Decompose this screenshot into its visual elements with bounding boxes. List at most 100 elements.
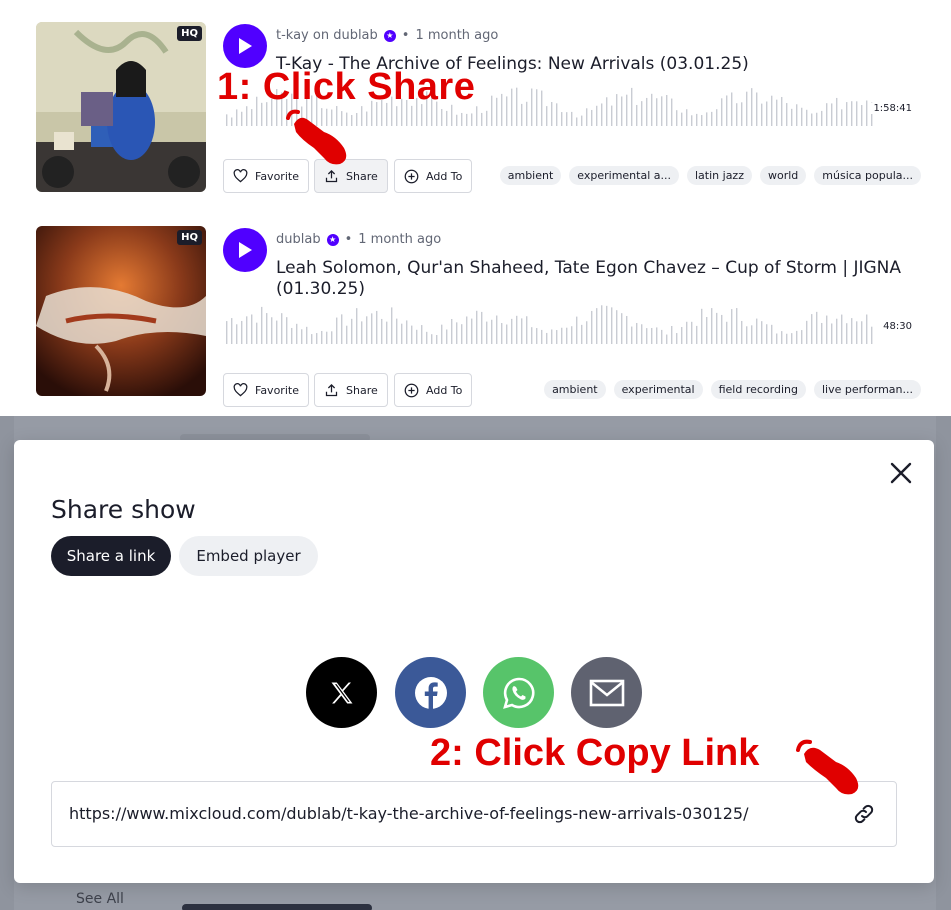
add-to-button[interactable]: Add To: [394, 159, 473, 193]
waveform-bar: [771, 95, 773, 126]
waveform-bar: [286, 317, 288, 344]
upload-age: 1 month ago: [358, 232, 442, 247]
share-button[interactable]: Share: [314, 373, 388, 407]
waveform-bar: [616, 94, 618, 126]
tag-chip[interactable]: live performan...: [813, 380, 921, 399]
waveform-bar: [261, 306, 263, 344]
tag-list: ambient experimental a... latin jazz wor…: [499, 166, 921, 185]
share-label: Share: [346, 383, 378, 397]
show-card: HQ t-kay on dublab ★ • 1 month ago T-Kay…: [0, 0, 951, 200]
hq-badge: HQ: [177, 230, 202, 245]
whatsapp-icon: [502, 677, 534, 709]
waveform-bar: [331, 331, 333, 344]
waveform-bar: [681, 112, 683, 126]
waveform-bar: [651, 93, 653, 126]
tab-embed-player[interactable]: Embed player: [179, 536, 318, 576]
waveform-bar: [846, 323, 848, 344]
heart-icon: [233, 383, 248, 397]
share-url-field[interactable]: https://www.mixcloud.com/dublab/t-kay-th…: [51, 781, 897, 847]
see-all-link[interactable]: See All: [76, 891, 124, 907]
waveform-bar: [486, 110, 488, 126]
waveform-bar: [561, 327, 563, 344]
share-email-button[interactable]: [571, 657, 642, 728]
tag-chip[interactable]: world: [759, 166, 807, 185]
play-button[interactable]: [223, 228, 267, 272]
uploader-link[interactable]: dublab: [276, 232, 321, 247]
waveform-bar: [601, 305, 603, 344]
add-to-button[interactable]: Add To: [394, 373, 473, 407]
waveform-bar: [721, 98, 723, 126]
favorite-button[interactable]: Favorite: [223, 373, 309, 407]
copy-link-icon[interactable]: [852, 802, 876, 826]
waveform-bar: [726, 95, 728, 126]
waveform-bar: [476, 106, 478, 126]
tag-chip[interactable]: experimental a...: [569, 166, 679, 185]
waveform-bar: [706, 112, 708, 126]
tag-chip[interactable]: ambient: [544, 380, 606, 399]
waveform-bar: [681, 327, 683, 344]
email-icon: [589, 679, 624, 706]
tab-share-a-link[interactable]: Share a link: [51, 536, 171, 576]
hq-badge: HQ: [177, 26, 202, 41]
waveform-bar: [646, 97, 648, 126]
share-icon: [325, 383, 338, 396]
waveform[interactable]: [226, 300, 876, 344]
waveform-bar: [781, 96, 783, 126]
close-icon[interactable]: [888, 460, 914, 486]
share-url-text[interactable]: https://www.mixcloud.com/dublab/t-kay-th…: [69, 804, 749, 823]
play-icon: [239, 242, 252, 258]
waveform-bar: [551, 102, 553, 126]
share-x-button[interactable]: [306, 657, 377, 728]
waveform-bar: [371, 313, 373, 344]
uploader-link[interactable]: t-kay on dublab: [276, 28, 378, 43]
waveform-bar: [436, 335, 438, 344]
waveform-bar: [291, 327, 293, 344]
waveform-bar: [456, 114, 458, 126]
background-fragment: [182, 904, 372, 910]
waveform-bar: [441, 109, 443, 126]
waveform-bar: [441, 324, 443, 344]
tag-chip[interactable]: ambient: [499, 166, 562, 185]
separator-dot: •: [344, 232, 353, 247]
share-facebook-button[interactable]: [395, 657, 466, 728]
background-fragment: [0, 416, 14, 910]
waveform-bar: [756, 92, 758, 126]
waveform-bar: [766, 101, 768, 126]
waveform-bar: [606, 97, 608, 126]
waveform-bar: [506, 324, 508, 344]
waveform-bar: [776, 333, 778, 344]
show-title[interactable]: Leah Solomon, Qur'an Shaheed, Tate Egon …: [276, 258, 916, 300]
waveform-bar: [281, 313, 283, 344]
waveform-bar: [671, 325, 673, 344]
waveform-bar: [526, 316, 528, 344]
waveform-bar: [351, 318, 353, 344]
show-thumbnail[interactable]: HQ: [36, 226, 206, 396]
waveform-bar: [246, 106, 248, 126]
waveform-bar: [431, 334, 433, 344]
waveform-bar: [816, 311, 818, 344]
play-button[interactable]: [223, 24, 267, 68]
waveform-bar: [591, 109, 593, 126]
waveform-bar: [566, 327, 568, 344]
show-thumbnail[interactable]: HQ: [36, 22, 206, 192]
waveform-bar: [311, 334, 313, 344]
tag-chip[interactable]: field recording: [710, 380, 806, 399]
tag-chip[interactable]: experimental: [613, 380, 703, 399]
show-feed: HQ t-kay on dublab ★ • 1 month ago T-Kay…: [0, 0, 951, 416]
waveform-bar: [361, 321, 363, 344]
waveform-bar: [256, 322, 258, 344]
share-whatsapp-button[interactable]: [483, 657, 554, 728]
waveform-bar: [241, 111, 243, 126]
waveform-bar: [541, 90, 543, 126]
waveform-bar: [366, 316, 368, 344]
waveform-bar: [396, 318, 398, 344]
waveform-bar: [341, 314, 343, 344]
waveform-bar: [731, 92, 733, 126]
tag-chip[interactable]: latin jazz: [687, 166, 752, 185]
waveform-bar: [336, 317, 338, 344]
tag-chip[interactable]: música popula...: [814, 166, 921, 185]
pointing-hand-icon: [796, 739, 859, 795]
waveform-bar: [461, 112, 463, 126]
waveform-bar: [826, 315, 828, 344]
waveform-bar: [851, 101, 853, 126]
